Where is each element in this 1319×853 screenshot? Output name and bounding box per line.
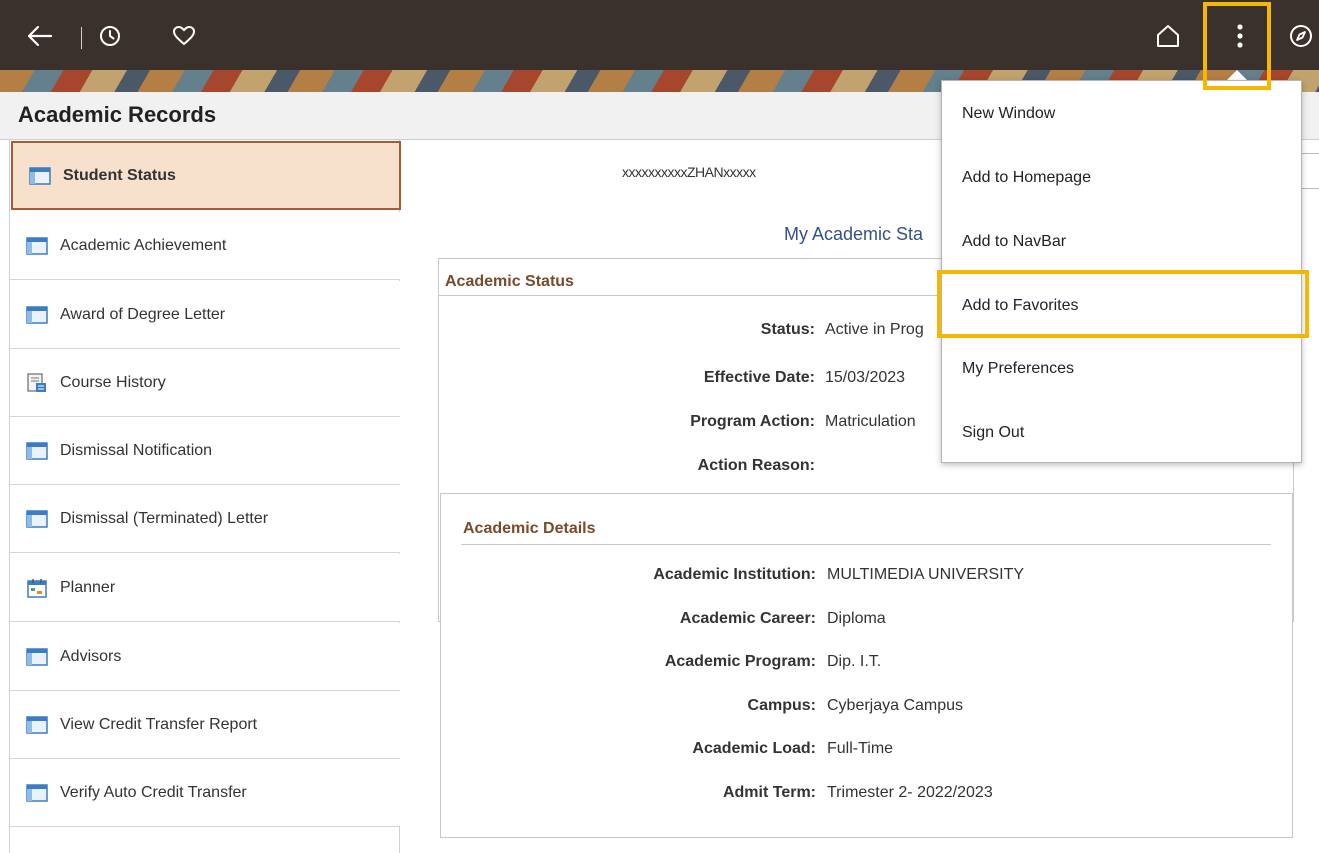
menu-item-add-to-navbar[interactable]: Add to NavBar xyxy=(942,210,1301,274)
compass-icon[interactable] xyxy=(1287,22,1315,50)
academic-program-value: Dip. I.T. xyxy=(827,653,882,670)
sidebar-item-verify-auto-credit-transfer[interactable]: Verify Auto Credit Transfer xyxy=(10,759,400,827)
heart-icon[interactable] xyxy=(170,22,198,50)
home-icon[interactable] xyxy=(1154,22,1182,50)
academic-load-value: Full-Time xyxy=(827,740,894,757)
sidebar-item-label: Dismissal Notification xyxy=(60,441,213,459)
page-title: Academic Records xyxy=(18,102,217,127)
page-icon xyxy=(26,236,48,255)
sidebar-item-label: Verify Auto Credit Transfer xyxy=(60,783,247,801)
sidebar-item-label: Planner xyxy=(60,578,116,596)
academic-institution-label: Academic Institution: xyxy=(653,566,816,583)
page-icon xyxy=(26,441,48,460)
sidebar-item-award-of-degree-letter[interactable]: Award of Degree Letter xyxy=(10,281,400,349)
academic-institution-value: MULTIMEDIA UNIVERSITY xyxy=(827,566,1025,583)
sidebar-item-advisors[interactable]: Advisors xyxy=(10,623,400,691)
nav-divider xyxy=(81,27,82,49)
section-title: Academic Details xyxy=(463,520,596,537)
sidebar-item-dismissal-notification[interactable]: Dismissal Notification xyxy=(10,417,400,485)
academic-career-label: Academic Career: xyxy=(679,610,816,627)
academic-details-section: Academic Details Academic Institution: M… xyxy=(440,493,1293,838)
sidebar-item-planner[interactable]: Planner xyxy=(10,554,400,622)
menu-item-my-preferences[interactable]: My Preferences xyxy=(942,337,1301,401)
section-title: Academic Status xyxy=(445,273,574,290)
sidebar-item-course-history[interactable]: Course History xyxy=(10,349,400,417)
sidebar-item-label: View Credit Transfer Report xyxy=(60,715,258,733)
menu-item-new-window[interactable]: New Window xyxy=(942,82,1301,146)
actions-button-highlight xyxy=(1203,2,1271,90)
sidebar-item-view-credit-transfer-report[interactable]: View Credit Transfer Report xyxy=(10,691,400,759)
action-reason-label: Action Reason: xyxy=(697,457,815,474)
sidebar-item-academic-achievement[interactable]: Academic Achievement xyxy=(10,212,400,280)
sidebar-item-dismissal-terminated-letter[interactable]: Dismissal (Terminated) Letter xyxy=(10,485,400,553)
page-icon xyxy=(26,647,48,666)
effective-date-label: Effective Date: xyxy=(703,369,815,386)
admit-term-value: Trimester 2- 2022/2023 xyxy=(827,784,993,801)
report-icon xyxy=(27,372,46,392)
program-action-label: Program Action: xyxy=(690,413,815,430)
sidebar-item-label: Dismissal (Terminated) Letter xyxy=(60,509,269,527)
top-banner xyxy=(0,0,1319,92)
campus-label: Campus: xyxy=(747,697,816,714)
menu-item-sign-out[interactable]: Sign Out xyxy=(942,401,1301,465)
partial-select-control[interactable] xyxy=(1300,153,1319,189)
history-icon[interactable] xyxy=(96,22,124,50)
sidebar-item-label: Student Status xyxy=(63,166,176,184)
calendar-icon xyxy=(27,578,47,598)
page-heading: My Academic Sta xyxy=(784,224,924,244)
back-arrow-icon[interactable] xyxy=(26,22,54,50)
status-value: Active in Prog xyxy=(825,321,924,338)
admit-term-label: Admit Term: xyxy=(722,784,816,801)
page-icon xyxy=(29,166,51,185)
academic-load-label: Academic Load: xyxy=(692,740,816,757)
menu-item-add-to-homepage[interactable]: Add to Homepage xyxy=(942,146,1301,210)
page-icon xyxy=(26,509,48,528)
sidebar-item-label: Course History xyxy=(60,373,166,391)
page-icon xyxy=(26,715,48,734)
sidebar-item-label: Advisors xyxy=(60,647,122,665)
student-name: xxxxxxxxxxZHANxxxxx xyxy=(622,164,756,180)
sidebar-item-label: Award of Degree Letter xyxy=(60,305,226,323)
sidebar-item-student-status[interactable]: Student Status xyxy=(11,141,401,210)
status-label: Status: xyxy=(760,321,815,338)
page-icon xyxy=(26,783,48,802)
section-divider xyxy=(461,544,1271,545)
page-icon xyxy=(26,305,48,324)
academic-career-value: Diploma xyxy=(827,610,886,627)
campus-value: Cyberjaya Campus xyxy=(827,697,964,714)
effective-date-value: 15/03/2023 xyxy=(825,369,906,386)
sidebar: Student Status Academic Achievement Awar… xyxy=(9,140,401,853)
favorites-item-highlight xyxy=(937,270,1309,338)
program-action-value: Matriculation xyxy=(825,413,916,430)
academic-program-label: Academic Program: xyxy=(664,653,816,670)
sidebar-item-label: Academic Achievement xyxy=(60,236,227,254)
